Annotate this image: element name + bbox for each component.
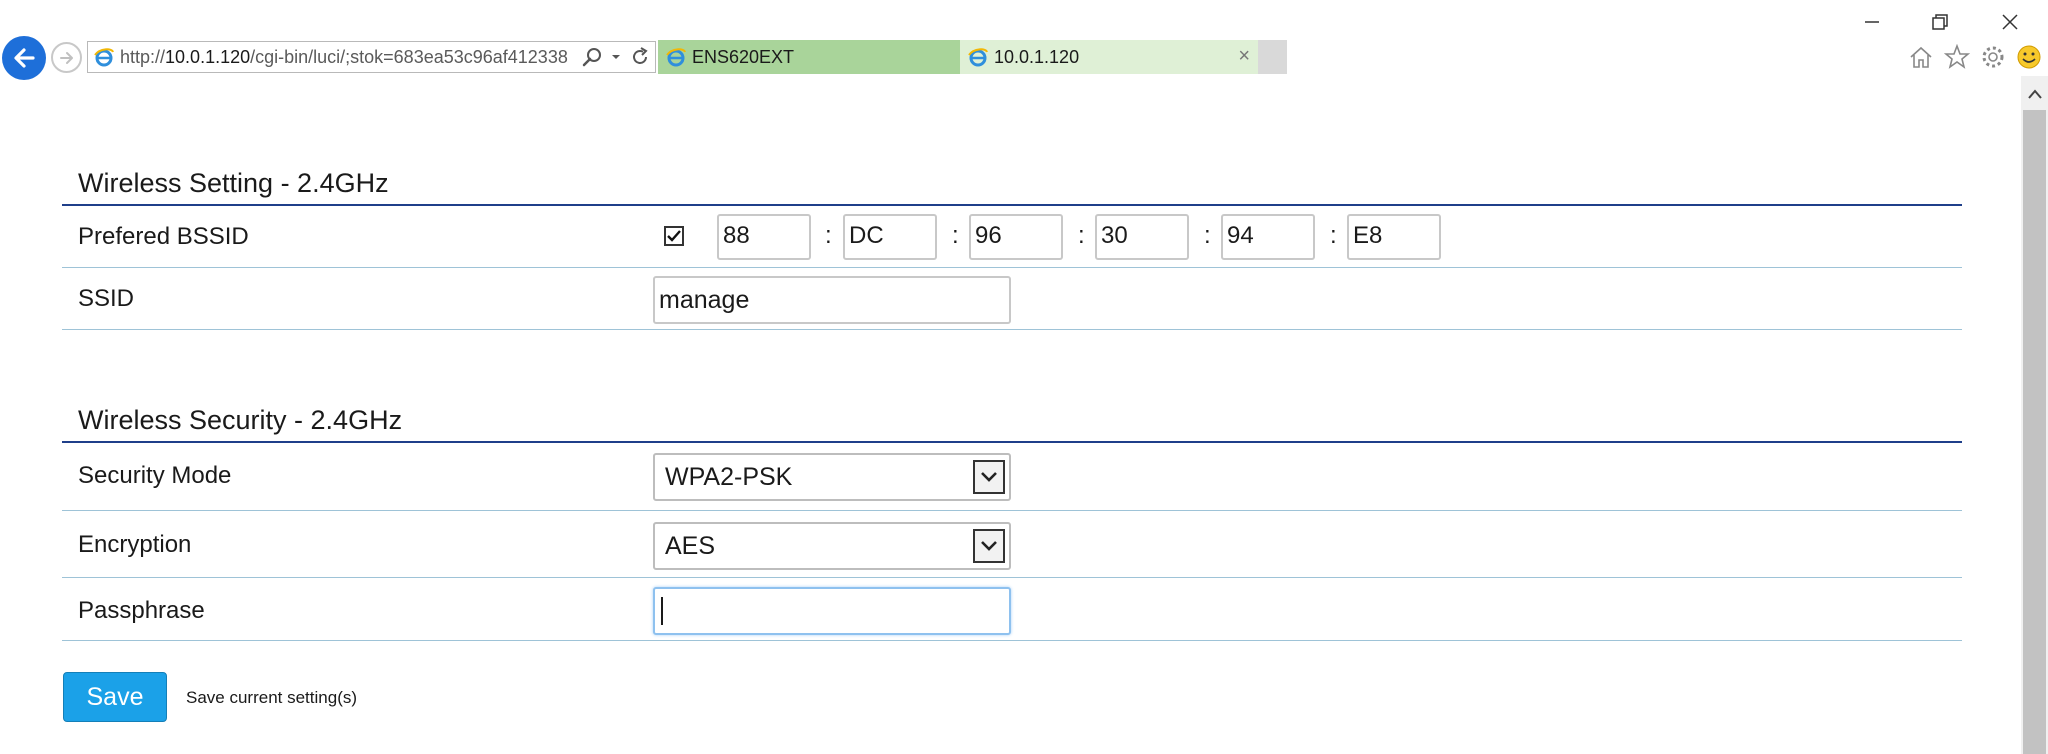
browser-toolbar — [1908, 44, 2048, 70]
security-mode-value: WPA2-PSK — [665, 463, 793, 491]
passphrase-label: Passphrase — [78, 597, 205, 624]
encryption-value: AES — [665, 532, 716, 560]
save-button[interactable]: Save — [63, 672, 167, 722]
close-icon — [2002, 14, 2018, 30]
minimize-icon — [1865, 21, 1879, 23]
bssid-octet-4[interactable]: 30 — [1095, 214, 1189, 260]
gear-icon[interactable] — [1980, 44, 2006, 70]
tab-label: ENS620EXT — [692, 46, 795, 67]
scroll-up-button[interactable] — [2021, 82, 2048, 106]
star-icon[interactable] — [1944, 44, 1970, 70]
save-hint: Save current setting(s) — [186, 688, 358, 707]
ssid-input[interactable]: manage — [653, 276, 1011, 324]
chevron-down-icon[interactable] — [973, 529, 1005, 563]
row-divider — [62, 329, 1962, 330]
bssid-separator: : — [1204, 222, 1211, 249]
encryption-label: Encryption — [78, 531, 192, 558]
check-icon — [667, 230, 681, 242]
bssid-separator: : — [1330, 222, 1337, 249]
scroll-up-icon — [2027, 89, 2042, 99]
scroll-thumb[interactable] — [2023, 110, 2046, 754]
tab-close-icon[interactable]: × — [1238, 45, 1250, 68]
search-icon[interactable] — [581, 46, 603, 68]
ssid-label: SSID — [78, 285, 135, 312]
restore-icon — [1932, 14, 1948, 30]
bssid-octet-3[interactable]: 96 — [969, 214, 1063, 260]
wireless-security-title: Wireless Security - 2.4GHz — [78, 405, 403, 435]
bssid-octet-1[interactable]: 88 — [717, 214, 811, 260]
back-arrow-icon — [14, 48, 35, 68]
minimize-button[interactable] — [1852, 8, 1892, 36]
new-tab-button[interactable] — [1258, 40, 1287, 74]
row-divider — [62, 640, 1962, 641]
ie-icon — [968, 48, 988, 67]
restore-button[interactable] — [1920, 8, 1960, 36]
text-caret — [661, 597, 663, 625]
security-mode-select[interactable]: WPA2-PSK — [653, 453, 1011, 501]
forward-button[interactable] — [51, 42, 82, 73]
section-divider — [62, 204, 1962, 206]
bssid-checkbox[interactable] — [664, 226, 684, 246]
back-button[interactable] — [2, 36, 46, 80]
address-url: http://10.0.1.120/cgi-bin/luci/;stok=683… — [120, 46, 568, 67]
chevron-down-icon[interactable] — [973, 460, 1005, 494]
bssid-separator: : — [1078, 222, 1085, 249]
passphrase-input[interactable] — [653, 587, 1011, 635]
tab-router-page[interactable]: 10.0.1.120 × — [960, 40, 1258, 74]
bssid-octet-5[interactable]: 94 — [1221, 214, 1315, 260]
tab-label: 10.0.1.120 — [994, 46, 1080, 67]
row-divider — [62, 267, 1962, 268]
refresh-icon[interactable] — [629, 46, 651, 68]
bssid-separator: : — [825, 222, 832, 249]
bssid-octet-2[interactable]: DC — [843, 214, 937, 260]
vertical-scrollbar[interactable] — [2021, 76, 2048, 754]
row-divider — [62, 510, 1962, 511]
row-divider — [62, 577, 1962, 578]
ie-icon — [94, 48, 114, 67]
encryption-select[interactable]: AES — [653, 522, 1011, 570]
forward-arrow-icon — [59, 51, 73, 64]
address-bar[interactable]: http://10.0.1.120/cgi-bin/luci/;stok=683… — [87, 41, 656, 73]
browser-chrome: http://10.0.1.120/cgi-bin/luci/;stok=683… — [0, 0, 2048, 80]
smiley-icon[interactable] — [2016, 44, 2042, 70]
home-icon[interactable] — [1908, 44, 1934, 70]
section-divider — [62, 441, 1962, 443]
bssid-label: Prefered BSSID — [78, 223, 249, 250]
wireless-setting-title: Wireless Setting - 2.4GHz — [78, 168, 389, 198]
close-window-button[interactable] — [1990, 8, 2030, 36]
ie-icon — [666, 48, 686, 67]
bssid-octet-6[interactable]: E8 — [1347, 214, 1441, 260]
security-mode-label: Security Mode — [78, 462, 232, 489]
bssid-separator: : — [952, 222, 959, 249]
dropdown-icon[interactable] — [609, 46, 623, 68]
tab-ens620ext[interactable]: ENS620EXT — [658, 40, 960, 74]
